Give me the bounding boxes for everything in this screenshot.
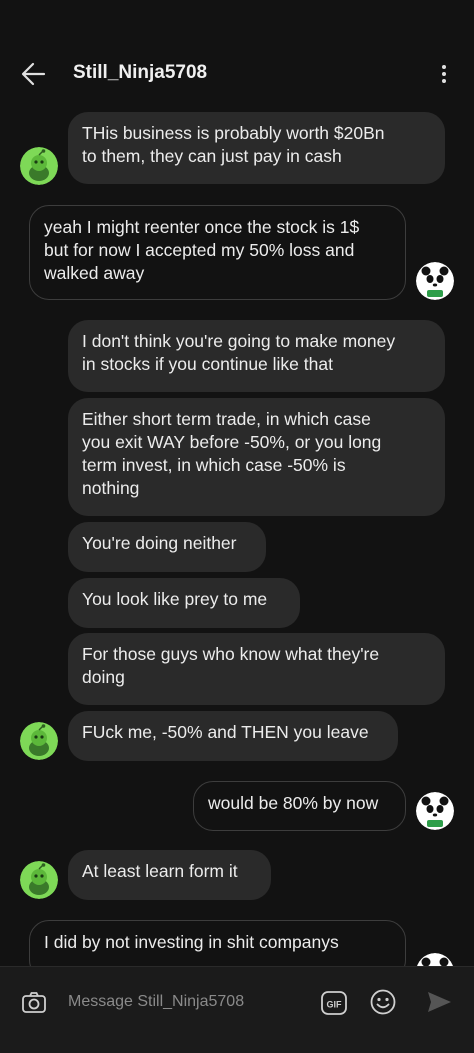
my-avatar[interactable] bbox=[416, 953, 454, 966]
back-arrow-icon[interactable] bbox=[18, 58, 50, 90]
gif-button[interactable]: GIF bbox=[320, 989, 348, 1017]
my-avatar[interactable] bbox=[416, 792, 454, 830]
chat-header: Still_Ninja5708 bbox=[0, 0, 474, 110]
chat-title: Still_Ninja5708 bbox=[73, 62, 208, 83]
message-line: At least learn form it bbox=[82, 861, 238, 881]
message-line: THis business is probably worth $20Bn bbox=[82, 123, 385, 143]
message-bubble-incoming[interactable]: For those guys who know what they're doi… bbox=[68, 633, 445, 705]
message-line: but for now I accepted my 50% loss and bbox=[44, 240, 355, 260]
message-bubble-outgoing[interactable]: would be 80% by now bbox=[193, 781, 406, 831]
message-line: For those guys who know what they're bbox=[82, 644, 380, 664]
message-line: in stocks if you continue like that bbox=[82, 354, 333, 374]
panda-avatar-icon bbox=[416, 792, 454, 830]
message-line: doing bbox=[82, 667, 125, 687]
my-avatar[interactable] bbox=[416, 262, 454, 300]
snoo-avatar-icon bbox=[20, 861, 58, 899]
gif-icon: GIF bbox=[321, 991, 347, 1015]
snoo-avatar-icon bbox=[20, 147, 58, 185]
message-line: would be 80% by now bbox=[208, 793, 379, 813]
send-icon[interactable] bbox=[424, 987, 454, 1017]
message-bubble-outgoing[interactable]: yeah I might reenter once the stock is 1… bbox=[29, 205, 406, 300]
message-line: nothing bbox=[82, 478, 140, 498]
panda-avatar-icon bbox=[416, 953, 454, 966]
sender-avatar[interactable] bbox=[20, 147, 58, 185]
message-bubble-incoming[interactable]: You're doing neither bbox=[68, 522, 266, 572]
message-line: FUck me, -50% and THEN you leave bbox=[82, 722, 369, 742]
emoji-icon[interactable] bbox=[368, 987, 398, 1017]
sender-avatar[interactable] bbox=[20, 722, 58, 760]
message-bubble-incoming[interactable]: You look like prey to me bbox=[68, 578, 300, 628]
message-bubble-incoming[interactable]: I don't think you're going to make money… bbox=[68, 320, 445, 392]
message-bubble-outgoing[interactable]: I did by not investing in shit companys bbox=[29, 920, 406, 966]
message-bubble-incoming[interactable]: Either short term trade, in which case y… bbox=[68, 398, 445, 516]
message-thread[interactable]: THis business is probably worth $20Bn to… bbox=[0, 110, 474, 966]
more-options-icon[interactable] bbox=[432, 62, 456, 86]
message-line: I don't think you're going to make money bbox=[82, 331, 396, 351]
sender-avatar[interactable] bbox=[20, 861, 58, 899]
message-bubble-incoming[interactable]: THis business is probably worth $20Bn to… bbox=[68, 112, 445, 184]
message-bubble-incoming[interactable]: At least learn form it bbox=[68, 850, 271, 900]
message-line: yeah I might reenter once the stock is 1… bbox=[44, 217, 360, 237]
message-line: Either short term trade, in which case bbox=[82, 409, 371, 429]
message-bubble-incoming[interactable]: FUck me, -50% and THEN you leave bbox=[68, 711, 398, 761]
panda-avatar-icon bbox=[416, 262, 454, 300]
message-composer: GIF bbox=[0, 966, 474, 1053]
message-line: to them, they can just pay in cash bbox=[82, 146, 342, 166]
message-input[interactable] bbox=[60, 985, 300, 1019]
camera-icon[interactable] bbox=[20, 989, 48, 1017]
message-line: term invest, in which case -50% is bbox=[82, 455, 346, 475]
snoo-avatar-icon bbox=[20, 722, 58, 760]
message-line: You look like prey to me bbox=[82, 589, 268, 609]
message-line: You're doing neither bbox=[82, 533, 237, 553]
message-line: you exit WAY before -50%, or you long bbox=[82, 432, 382, 452]
message-line: I did by not investing in shit companys bbox=[44, 932, 339, 952]
message-line: walked away bbox=[44, 263, 145, 283]
gif-label: GIF bbox=[327, 1000, 343, 1010]
